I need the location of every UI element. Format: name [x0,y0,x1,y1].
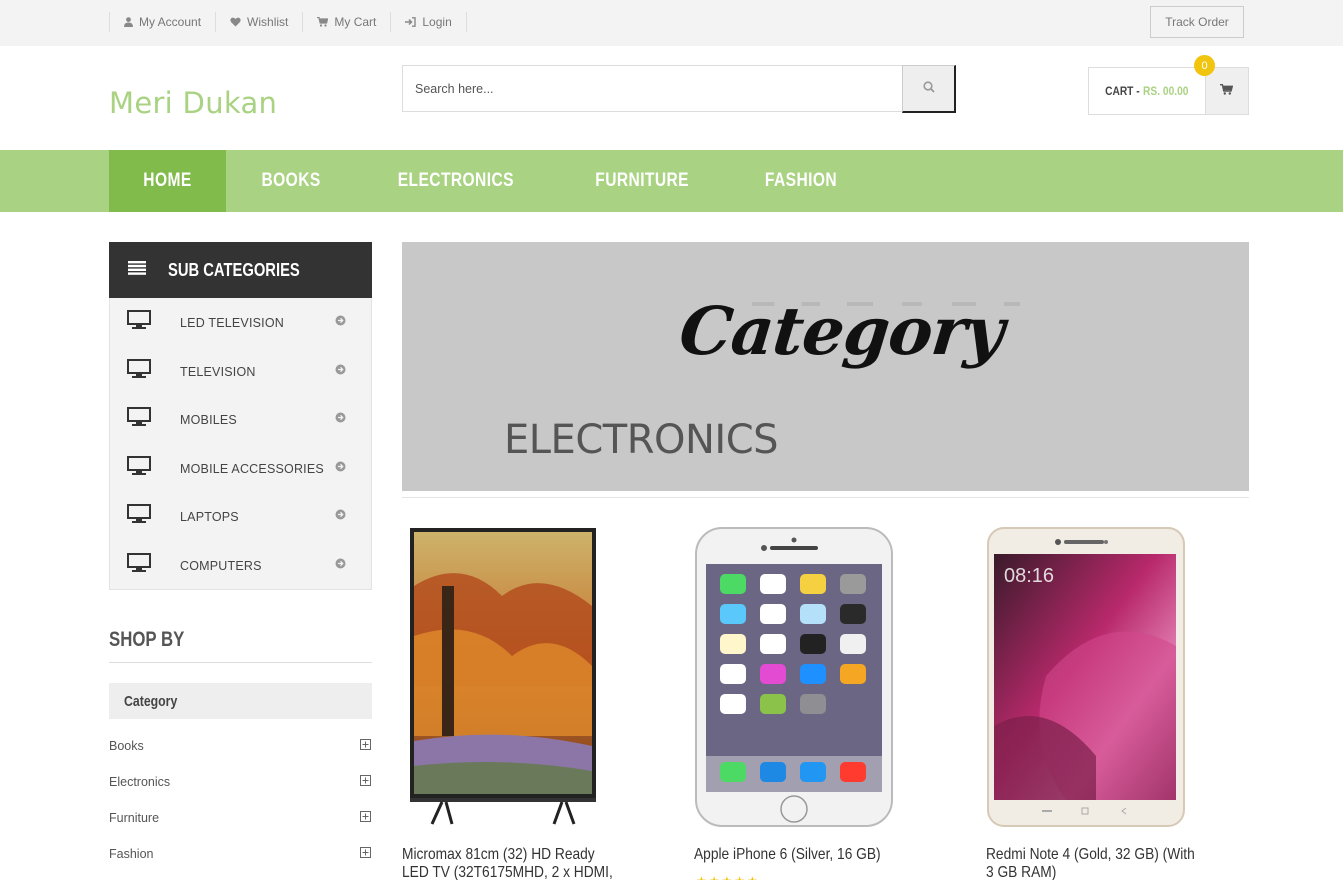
product-name[interactable]: Redmi Note 4 (Gold, 32 GB) (With 3 GB RA… [986,846,1201,880]
monitor-icon [127,407,151,432]
filter-label: Books [109,739,144,753]
nav-fashion[interactable]: FASHION [728,150,874,212]
category-filter-title: Category [124,692,178,710]
product-image[interactable] [694,526,894,828]
filter-label: Electronics [109,775,171,789]
product-name[interactable]: Micromax 81cm (32) HD Ready LED TV (32T6… [402,846,617,880]
monitor-icon [127,455,151,481]
search-icon [922,80,935,98]
nav-home[interactable]: HOME [109,150,226,212]
sub-categories-title: SUB CATEGORIES [168,259,300,280]
cart-icon [1220,82,1234,100]
arrow-circle-right-icon [335,459,346,477]
subcategory-label: LED TELEVISION [180,316,284,330]
monitor-icon [127,552,151,578]
filter-electronics[interactable]: Electronics [109,772,372,792]
monitor-icon [127,358,151,384]
header-cart[interactable]: CART - RS. 00.00 [1088,67,1249,115]
main-nav: HOME BOOKS ELECTRONICS FURNITURE FASHION [0,150,1343,212]
cart-label: CART - [1105,84,1140,98]
heart-icon [230,17,241,27]
nav-electronics[interactable]: ELECTRONICS [356,150,556,212]
filter-label: Fashion [109,847,154,861]
subcategory-label: TELEVISION [180,364,256,379]
my-account-link[interactable]: My Account [109,12,215,32]
arrow-circle-right-icon [335,362,346,380]
subcategory-label: MOBILE ACCESSORIES [180,461,324,476]
rating-stars: ★★★★★ [696,874,760,880]
sub-categories-list: LED TELEVISION TELEVISION MOBILES MOBILE… [109,298,372,590]
nav-fashion-label: FASHION [765,170,838,191]
subcategory-laptops[interactable]: LAPTOPS [110,492,371,541]
cart-amount: RS. 00.00 [1143,84,1189,98]
cart-count-badge: 0 [1194,55,1215,76]
filter-fashion[interactable]: Fashion [109,844,372,864]
login-label: Login [422,15,452,29]
my-cart-label: My Cart [334,15,377,29]
monitor-icon [127,310,151,335]
subcategory-label: MOBILES [180,413,237,428]
arrow-circle-right-icon [335,556,346,574]
my-account-label: My Account [139,15,202,29]
top-bar: My Account Wishlist My Cart Login Track … [0,0,1343,46]
subcategory-television[interactable]: TELEVISION [110,347,371,396]
filter-furniture[interactable]: Furniture [109,808,372,828]
divider [402,497,1249,498]
product-name[interactable]: Apple iPhone 6 (Silver, 16 GB) [694,846,909,864]
svg-text:08:16: 08:16 [1004,565,1054,587]
my-cart-link[interactable]: My Cart [302,12,390,32]
filter-books[interactable]: Books [109,736,372,756]
cart-icon [317,17,329,27]
sub-categories-header: SUB CATEGORIES [109,242,372,298]
search-button[interactable] [902,65,956,113]
arrow-circle-right-icon [335,410,346,428]
expand-plus-icon[interactable] [360,847,371,861]
nav-items: HOME BOOKS ELECTRONICS FURNITURE FASHION [109,150,874,212]
subcategory-mobiles[interactable]: MOBILES [110,395,371,444]
cart-button[interactable] [1204,68,1248,114]
cart-summary: CART - RS. 00.00 [1098,68,1196,114]
nav-books[interactable]: BOOKS [226,150,356,212]
product-image[interactable]: 08:16 [986,526,1186,828]
product-image[interactable] [402,526,602,828]
nav-electronics-label: ELECTRONICS [397,170,515,191]
nav-books-label: BOOKS [261,170,321,191]
divider [109,662,372,663]
search-bar [402,65,956,113]
category-filter-header[interactable]: Category [109,683,372,719]
expand-plus-icon[interactable] [360,739,371,753]
user-icon [124,17,133,27]
subcategory-led-television[interactable]: LED TELEVISION [110,298,371,347]
expand-plus-icon[interactable] [360,811,371,825]
subcategory-label: COMPUTERS [180,558,262,573]
wishlist-link[interactable]: Wishlist [215,12,302,32]
nav-home-label: HOME [143,170,192,191]
arrow-circle-right-icon [335,313,346,331]
nav-furniture-label: FURNITURE [595,170,689,191]
login-icon [405,17,417,27]
expand-plus-icon[interactable] [360,775,371,789]
wishlist-label: Wishlist [247,15,289,29]
track-order-button[interactable]: Track Order [1150,6,1244,38]
category-banner: Category ELECTRONICS [402,242,1249,491]
nav-furniture[interactable]: FURNITURE [556,150,728,212]
top-links: My Account Wishlist My Cart Login [109,0,467,44]
shop-by-heading: SHOP BY [109,628,185,651]
monitor-icon [127,504,151,529]
subcategory-computers[interactable]: COMPUTERS [110,541,371,590]
filter-label: Furniture [109,811,160,825]
search-input[interactable] [402,65,902,112]
site-logo[interactable]: Meri Dukan [109,86,277,120]
subcategory-label: LAPTOPS [180,510,239,525]
subcategory-mobile-accessories[interactable]: MOBILE ACCESSORIES [110,444,371,493]
banner-script-text: Category [675,292,1008,370]
arrow-circle-right-icon [335,507,346,525]
login-link[interactable]: Login [390,12,467,32]
banner-title: ELECTRONICS [504,417,779,463]
menu-icon [128,260,146,280]
